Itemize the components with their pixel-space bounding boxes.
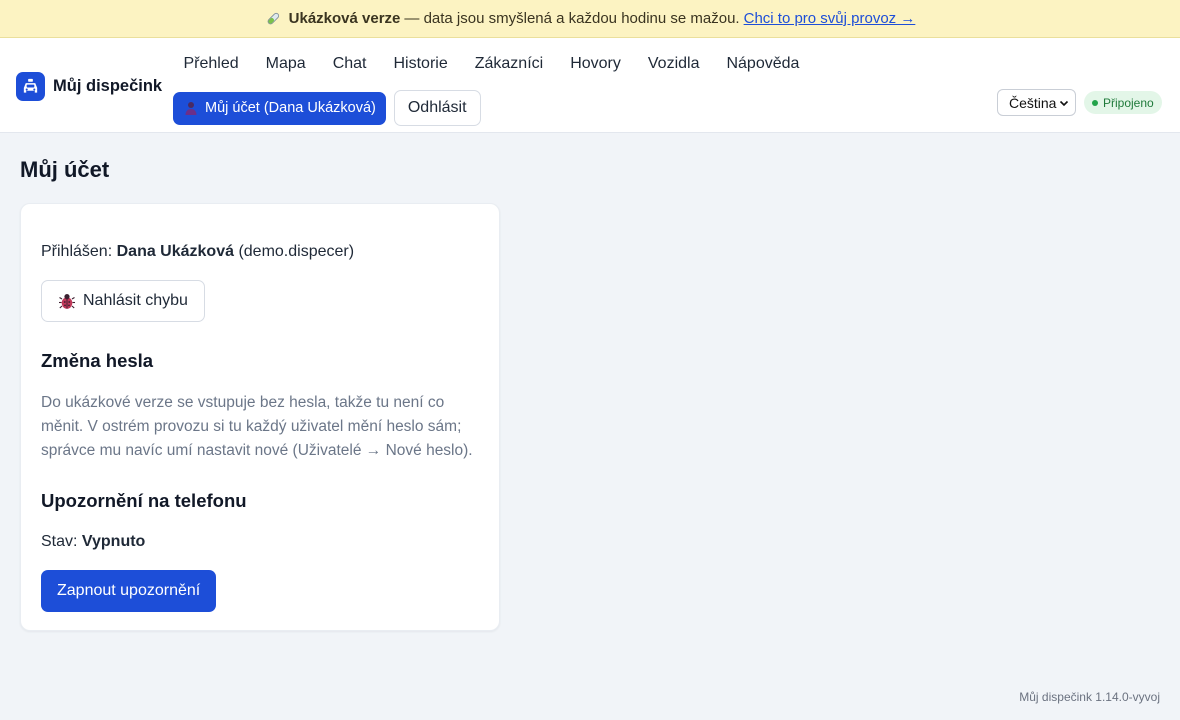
demo-banner-title: Ukázková verze bbox=[288, 10, 401, 27]
logout-button[interactable]: Odhlásit bbox=[393, 90, 481, 126]
logged-in-info: Přihlášen: Dana Ukázková (demo.dispecer) bbox=[41, 243, 354, 261]
connection-status-badge: Připojeno bbox=[1084, 91, 1162, 114]
nav-item-historie[interactable]: Historie bbox=[380, 51, 461, 77]
brand[interactable]: Můj dispečink bbox=[16, 72, 162, 101]
demo-signup-link[interactable]: Chci to pro svůj provoz → bbox=[744, 10, 916, 27]
chevron-down-icon bbox=[1059, 95, 1069, 111]
report-bug-button[interactable]: Nahlásit chybu bbox=[41, 280, 205, 322]
app-version: Můj dispečink 1.14.0-vyvoj bbox=[1019, 690, 1160, 704]
nav-item-chat[interactable]: Chat bbox=[319, 51, 380, 77]
person-icon bbox=[183, 100, 199, 116]
test-tube-icon bbox=[265, 11, 281, 27]
my-account-label: Můj účet (Dana Ukázková) bbox=[205, 100, 376, 116]
top-navigation-bar: Můj dispečink Přehled Mapa Chat Historie… bbox=[0, 38, 1180, 133]
logged-in-label: Přihlášen: bbox=[41, 243, 113, 260]
taxi-icon bbox=[16, 72, 45, 101]
language-select[interactable]: Čeština bbox=[997, 89, 1076, 116]
report-bug-label: Nahlásit chybu bbox=[83, 292, 188, 309]
notifications-state-value: Vypnuto bbox=[81, 533, 146, 550]
nav-item-napoveda[interactable]: Nápověda bbox=[713, 51, 813, 77]
demo-banner: Ukázková verze — data jsou smyšlená a ka… bbox=[0, 0, 1180, 38]
status-dot-icon bbox=[1092, 99, 1098, 106]
enable-notifications-button[interactable]: Zapnout upozornění bbox=[41, 570, 217, 612]
main-nav: Přehled Mapa Chat Historie Zákazníci Hov… bbox=[170, 51, 813, 77]
nav-item-hovory[interactable]: Hovory bbox=[557, 51, 635, 77]
user-display-name: Dana Ukázková bbox=[116, 243, 234, 260]
nav-item-prehled[interactable]: Přehled bbox=[170, 51, 252, 77]
notifications-state: Stav: Vypnuto bbox=[41, 533, 145, 551]
notifications-state-label: Stav: bbox=[41, 533, 78, 550]
account-card: Přihlášen: Dana Ukázková (demo.dispecer)… bbox=[20, 203, 500, 631]
connection-status-label: Připojeno bbox=[1103, 95, 1154, 110]
phone-notifications-heading: Upozornění na telefonu bbox=[41, 490, 247, 511]
password-change-note: Do ukázkové verze se vstupuje bez hesla,… bbox=[41, 394, 473, 459]
bug-icon bbox=[58, 292, 76, 310]
user-login-name: (demo.dispecer) bbox=[238, 243, 355, 260]
my-account-button[interactable]: Můj účet (Dana Ukázková) bbox=[173, 91, 386, 125]
password-change-heading: Změna hesla bbox=[41, 350, 154, 371]
brand-name: Můj dispečink bbox=[53, 77, 163, 95]
language-select-value: Čeština bbox=[1009, 94, 1057, 111]
demo-banner-text: — data jsou smyšlená a každou hodinu se … bbox=[404, 10, 740, 27]
nav-item-vozidla[interactable]: Vozidla bbox=[634, 51, 713, 77]
page-title: Můj účet bbox=[20, 157, 110, 182]
nav-item-mapa[interactable]: Mapa bbox=[252, 51, 319, 77]
nav-item-zakaznici[interactable]: Zákazníci bbox=[461, 51, 556, 77]
account-actions: Můj účet (Dana Ukázková) Odhlásit bbox=[173, 90, 481, 126]
